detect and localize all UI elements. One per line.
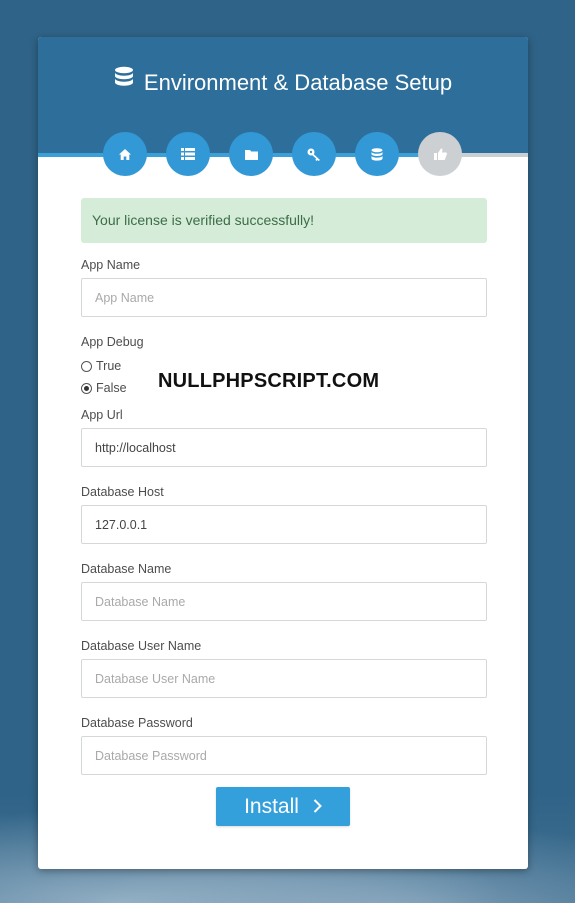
step-license[interactable] — [292, 132, 336, 176]
db-name-input[interactable] — [81, 582, 487, 621]
key-icon — [307, 148, 321, 161]
thumbs-up-icon — [433, 148, 447, 160]
app-name-input[interactable] — [81, 278, 487, 317]
step-permissions[interactable] — [229, 132, 273, 176]
list-icon — [181, 148, 195, 160]
db-host-input[interactable] — [81, 505, 487, 544]
step-home[interactable] — [103, 132, 147, 176]
db-user-input[interactable] — [81, 659, 487, 698]
app-url-label: App Url — [81, 408, 123, 422]
watermark-text: NULLPHPSCRIPT.COM — [158, 370, 380, 392]
db-password-input[interactable] — [81, 736, 487, 775]
radio-false-label: False — [96, 381, 127, 395]
title-text: Environment & Database Setup — [143, 70, 453, 96]
app-name-label: App Name — [81, 258, 141, 272]
app-debug-label: App Debug — [81, 335, 144, 349]
radio-true-circle[interactable] — [81, 360, 92, 372]
install-button[interactable]: Install — [216, 787, 350, 826]
step-requirements[interactable] — [166, 132, 210, 176]
database-icon — [114, 66, 134, 96]
db-password-label: Database Password — [81, 716, 193, 730]
step-database[interactable] — [355, 132, 399, 176]
database-icon — [371, 147, 383, 161]
page-title: Environment & Database Setup — [38, 66, 528, 98]
chevron-right-icon — [313, 795, 322, 819]
setup-form: Your license is verified successfully! A… — [81, 198, 487, 792]
setup-card: Environment & Database Setup Your licens… — [38, 37, 528, 869]
app-url-input[interactable] — [81, 428, 487, 467]
step-finish[interactable] — [418, 132, 462, 176]
db-user-label: Database User Name — [81, 639, 202, 653]
home-icon — [119, 148, 131, 160]
folder-icon — [244, 149, 258, 160]
radio-false-circle[interactable] — [81, 382, 92, 394]
radio-true-label: True — [96, 359, 122, 373]
db-host-label: Database Host — [81, 485, 164, 499]
db-name-label: Database Name — [81, 562, 172, 576]
success-alert: Your license is verified successfully! — [81, 198, 487, 243]
install-label: Install — [244, 794, 299, 818]
